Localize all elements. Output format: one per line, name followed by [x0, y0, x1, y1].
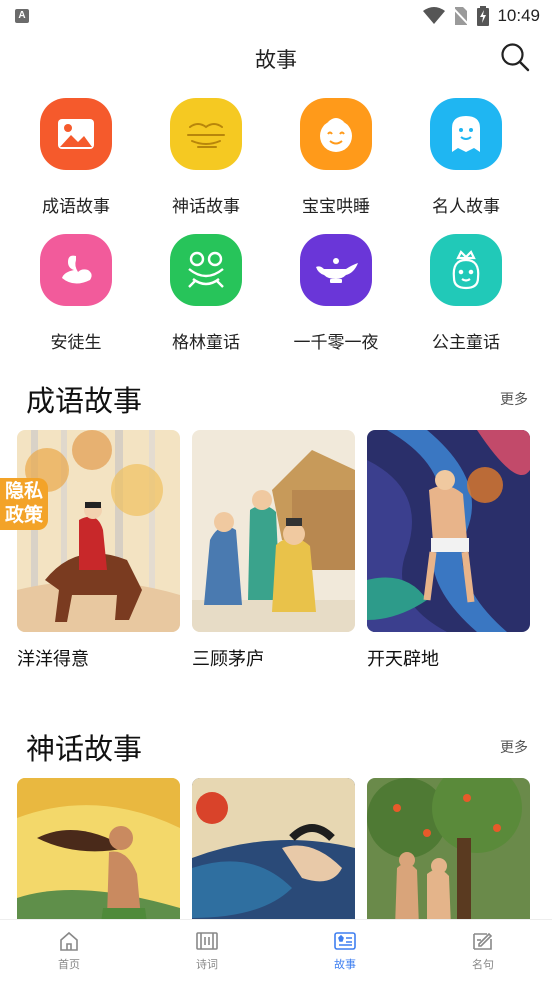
tab-label: 诗词 — [196, 959, 218, 971]
category-label: 成语故事 — [42, 197, 110, 216]
search-icon — [501, 43, 530, 72]
privacy-badge-line2: 政策 — [4, 505, 43, 526]
page-title: 故事 — [255, 49, 297, 72]
more-link-shenhua[interactable]: 更多 — [500, 737, 528, 757]
tab-quotes[interactable]: 名句 — [414, 920, 552, 981]
story-cover-image — [192, 430, 355, 632]
more-link-chengyu[interactable]: 更多 — [500, 389, 528, 409]
frog-icon — [170, 234, 242, 306]
story-title: 开天辟地 — [367, 649, 439, 669]
picture-icon — [40, 98, 112, 170]
section-title-shenhua: 神话故事 — [26, 734, 143, 766]
edit-note-icon — [473, 932, 493, 950]
tab-poetry[interactable]: 诗词 — [138, 920, 276, 981]
card-row-chengyu: 洋洋得意 三顾茅庐 开天辟地 — [17, 430, 537, 671]
privacy-badge-line1: 隐私 — [4, 481, 43, 502]
header: 故事 — [0, 34, 552, 82]
tab-label: 首页 — [58, 959, 80, 971]
story-title: 三顾茅庐 — [192, 649, 264, 669]
category-mingren[interactable]: 名人故事 — [406, 98, 526, 217]
status-bar: A 10:49 — [0, 0, 552, 32]
category-shenhua[interactable]: 神话故事 — [146, 98, 266, 217]
cloud-icon — [170, 98, 242, 170]
ghost-icon — [430, 98, 502, 170]
category-label: 名人故事 — [432, 197, 500, 216]
category-andersen[interactable]: 安徒生 — [16, 234, 136, 353]
scroll-icon — [196, 932, 218, 950]
category-label: 一千零一夜 — [293, 333, 379, 352]
story-cover-image — [17, 430, 180, 632]
search-button[interactable] — [500, 42, 530, 72]
category-chengyu[interactable]: 成语故事 — [16, 98, 136, 217]
category-grimm[interactable]: 格林童话 — [146, 234, 266, 353]
story-cover-image — [367, 430, 530, 632]
category-label: 公主童话 — [432, 333, 500, 352]
baby-face-icon — [300, 98, 372, 170]
privacy-policy-badge[interactable]: 隐私 政策 — [0, 478, 48, 530]
status-time: 10:49 — [497, 6, 540, 25]
bottom-tab-bar: 首页 诗词 故事 名句 — [0, 919, 552, 981]
princess-icon — [430, 234, 502, 306]
section-title-chengyu: 成语故事 — [26, 386, 143, 418]
story-card[interactable]: 洋洋得意 — [17, 430, 180, 671]
home-icon — [60, 931, 78, 951]
story-book-icon — [334, 932, 356, 950]
category-label: 神话故事 — [172, 197, 240, 216]
category-label: 格林童话 — [172, 333, 240, 352]
status-right: 10:49 — [423, 5, 540, 27]
battery-charging-icon — [477, 6, 490, 26]
tab-label: 名句 — [472, 959, 494, 971]
magic-lamp-icon — [300, 234, 372, 306]
tab-story[interactable]: 故事 — [276, 920, 414, 981]
category-baobao[interactable]: 宝宝哄睡 — [276, 98, 396, 217]
category-label: 安徒生 — [50, 333, 102, 352]
tab-home[interactable]: 首页 — [0, 920, 138, 981]
wifi-icon — [423, 7, 446, 24]
category-label: 宝宝哄睡 — [302, 197, 370, 216]
story-card[interactable]: 三顾茅庐 — [192, 430, 355, 671]
category-princess[interactable]: 公主童话 — [406, 234, 526, 353]
tab-label: 故事 — [334, 959, 356, 971]
category-arabian-nights[interactable]: 一千零一夜 — [276, 234, 396, 353]
app-notification-icon: A — [15, 9, 29, 23]
story-card[interactable]: 开天辟地 — [367, 430, 530, 671]
no-sim-icon — [453, 7, 470, 26]
swan-icon — [40, 234, 112, 306]
story-title: 洋洋得意 — [17, 649, 89, 669]
